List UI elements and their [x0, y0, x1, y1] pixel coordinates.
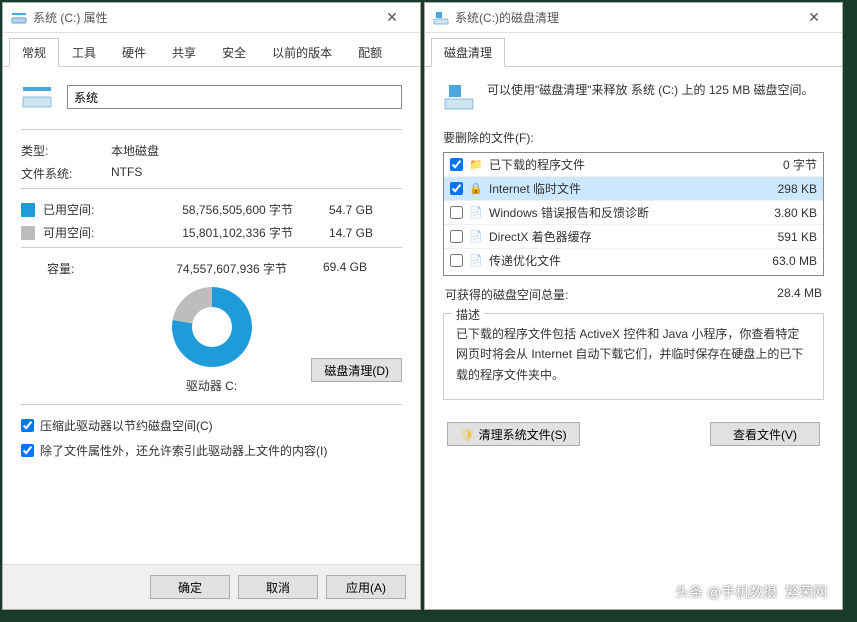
- tab-hardware[interactable]: 硬件: [109, 38, 159, 67]
- type-value: 本地磁盘: [111, 142, 402, 159]
- drive-large-icon: [21, 81, 53, 113]
- window-title: 系统(C:)的磁盘清理: [455, 9, 794, 26]
- cleanup-content: 可以使用"磁盘清理"来释放 系统 (C:) 上的 125 MB 磁盘空间。 要删…: [425, 67, 842, 609]
- view-files-button[interactable]: 查看文件(V): [710, 422, 820, 446]
- compress-label: 压缩此驱动器以节约磁盘空间(C): [40, 417, 213, 434]
- file-icon: 📄: [469, 230, 483, 244]
- props-content: 类型: 本地磁盘 文件系统: NTFS 已用空间: 58,756,505,600…: [3, 67, 420, 564]
- tab-previous[interactable]: 以前的版本: [259, 38, 345, 67]
- file-icon: 📄: [469, 206, 483, 220]
- drive-letter: 驱动器 C:: [186, 377, 237, 394]
- close-icon[interactable]: ✕: [372, 9, 412, 26]
- free-gb: 14.7 GB: [313, 226, 373, 240]
- usage-donut: [172, 287, 252, 367]
- cleanup-large-icon: [443, 81, 475, 113]
- cleanup-icon: [433, 10, 449, 26]
- tab-strip: 常规 工具 硬件 共享 安全 以前的版本 配额: [3, 33, 420, 67]
- free-color-swatch: [21, 226, 35, 240]
- compress-checkbox[interactable]: [21, 419, 34, 432]
- drive-icon: [11, 10, 27, 26]
- ok-button[interactable]: 确定: [150, 575, 230, 599]
- tab-general[interactable]: 常规: [9, 38, 59, 67]
- close-icon[interactable]: ✕: [794, 9, 834, 26]
- total-value: 28.4 MB: [777, 286, 822, 303]
- total-label: 可获得的磁盘空间总量:: [445, 286, 568, 303]
- titlebar: 系统(C:)的磁盘清理 ✕: [425, 3, 842, 33]
- folder-icon: 📁: [469, 158, 483, 172]
- footer: 确定 取消 应用(A): [3, 564, 420, 609]
- file-name: 已下载的程序文件: [489, 156, 741, 173]
- file-name: 传递优化文件: [489, 252, 741, 269]
- properties-window: 系统 (C:) 属性 ✕ 常规 工具 硬件 共享 安全 以前的版本 配额 类型:…: [2, 2, 421, 610]
- lock-icon: 🔒: [469, 182, 483, 196]
- drive-name-input[interactable]: [67, 85, 402, 109]
- file-size: 591 KB: [747, 230, 817, 244]
- index-checkbox-row[interactable]: 除了文件属性外，还允许索引此驱动器上文件的内容(I): [21, 442, 402, 459]
- titlebar: 系统 (C:) 属性 ✕: [3, 3, 420, 33]
- tab-strip: 磁盘清理: [425, 33, 842, 67]
- used-bytes: 58,756,505,600 字节: [143, 201, 293, 218]
- file-name: Internet 临时文件: [489, 180, 741, 197]
- description-legend: 描述: [452, 306, 484, 323]
- capacity-bytes: 74,557,607,936 字节: [137, 260, 287, 277]
- file-list[interactable]: 📁 已下载的程序文件 0 字节 🔒 Internet 临时文件 298 KB 📄 Window…: [443, 152, 824, 276]
- file-name: DirectX 着色器缓存: [489, 228, 741, 245]
- file-item[interactable]: 📁 已下载的程序文件 0 字节: [444, 153, 823, 177]
- window-title: 系统 (C:) 属性: [33, 9, 372, 26]
- clean-system-files-button[interactable]: 🛡 清理系统文件(S): [447, 422, 580, 446]
- diskcleanup-window: 系统(C:)的磁盘清理 ✕ 磁盘清理 可以使用"磁盘清理"来释放 系统 (C:)…: [424, 2, 843, 610]
- file-item[interactable]: 📄 传递优化文件 63.0 MB: [444, 249, 823, 272]
- apply-button[interactable]: 应用(A): [326, 575, 406, 599]
- free-bytes: 15,801,102,336 字节: [143, 224, 293, 241]
- info-text: 可以使用"磁盘清理"来释放 系统 (C:) 上的 125 MB 磁盘空间。: [487, 81, 824, 100]
- type-label: 类型:: [21, 142, 111, 159]
- tab-security[interactable]: 安全: [209, 38, 259, 67]
- tab-tools[interactable]: 工具: [59, 38, 109, 67]
- file-size: 3.80 KB: [747, 206, 817, 220]
- file-icon: 📄: [469, 254, 483, 268]
- clean-system-files-label: 清理系统文件(S): [479, 428, 567, 442]
- capacity-gb: 69.4 GB: [307, 260, 367, 277]
- fs-label: 文件系统:: [21, 165, 111, 182]
- file-checkbox[interactable]: [450, 254, 463, 267]
- description-fieldset: 描述 已下载的程序文件包括 ActiveX 控件和 Java 小程序，你查看特定…: [443, 313, 824, 400]
- file-item[interactable]: 📄 Windows 错误报告和反馈诊断 3.80 KB: [444, 201, 823, 225]
- tab-sharing[interactable]: 共享: [159, 38, 209, 67]
- used-gb: 54.7 GB: [313, 203, 373, 217]
- shield-icon: 🛡: [460, 428, 475, 442]
- index-checkbox[interactable]: [21, 444, 34, 457]
- file-item[interactable]: 🔒 Internet 临时文件 298 KB: [444, 177, 823, 201]
- file-checkbox[interactable]: [450, 182, 463, 195]
- compress-checkbox-row[interactable]: 压缩此驱动器以节约磁盘空间(C): [21, 417, 402, 434]
- file-checkbox[interactable]: [450, 230, 463, 243]
- file-size: 0 字节: [747, 156, 817, 173]
- files-label: 要删除的文件(F):: [443, 129, 824, 146]
- disk-cleanup-button[interactable]: 磁盘清理(D): [311, 358, 402, 382]
- file-checkbox[interactable]: [450, 206, 463, 219]
- used-color-swatch: [21, 203, 35, 217]
- file-size: 298 KB: [747, 182, 817, 196]
- tab-quota[interactable]: 配额: [345, 38, 395, 67]
- fs-value: NTFS: [111, 165, 402, 182]
- index-label: 除了文件属性外，还允许索引此驱动器上文件的内容(I): [40, 442, 327, 459]
- file-name: Windows 错误报告和反馈诊断: [489, 204, 741, 221]
- capacity-label: 容量:: [47, 260, 137, 277]
- file-checkbox[interactable]: [450, 158, 463, 171]
- free-label: 可用空间:: [43, 224, 143, 241]
- file-item[interactable]: 📄 DirectX 着色器缓存 591 KB: [444, 225, 823, 249]
- tab-diskcleanup[interactable]: 磁盘清理: [431, 38, 505, 67]
- file-size: 63.0 MB: [747, 254, 817, 268]
- description-text: 已下载的程序文件包括 ActiveX 控件和 Java 小程序，你查看特定网页时…: [456, 324, 811, 385]
- cancel-button[interactable]: 取消: [238, 575, 318, 599]
- used-label: 已用空间:: [43, 201, 143, 218]
